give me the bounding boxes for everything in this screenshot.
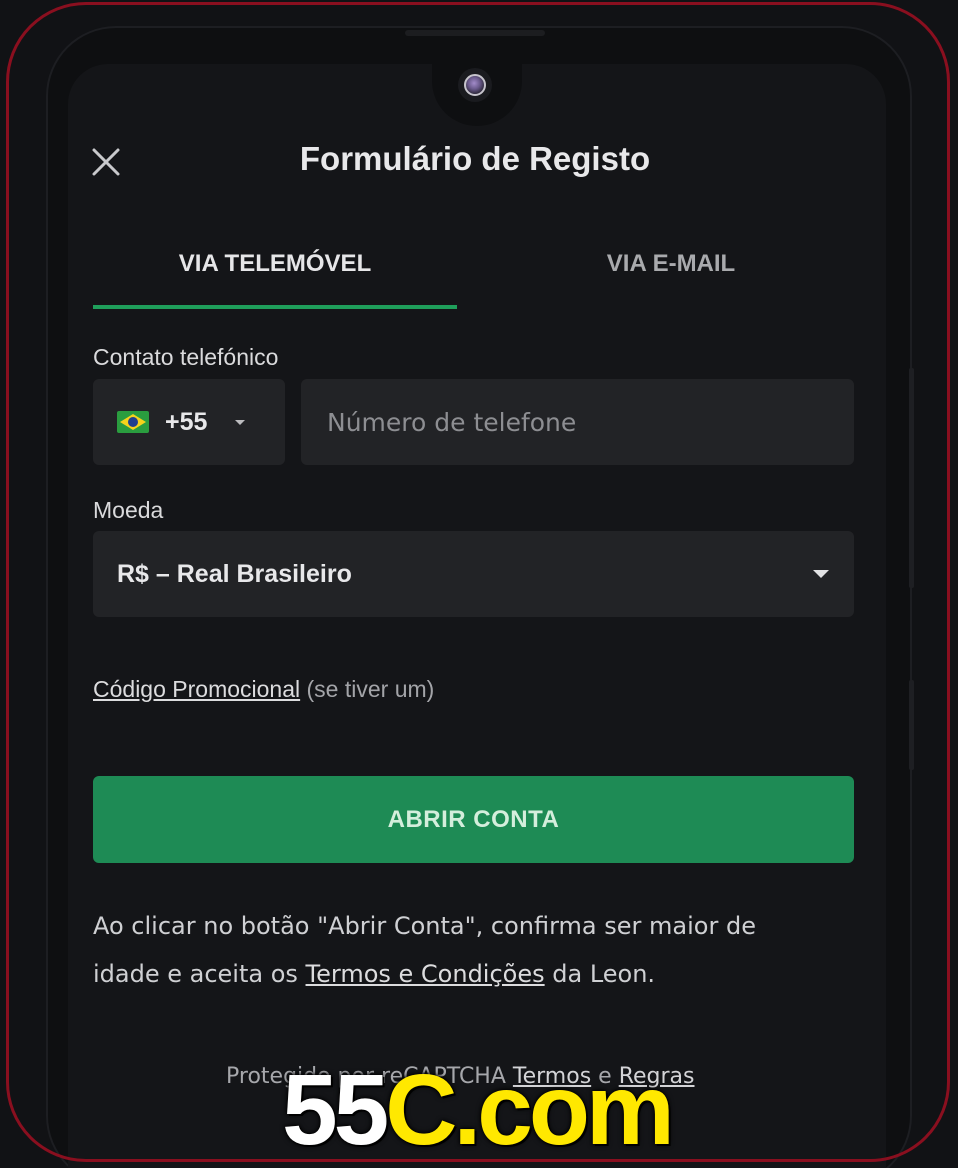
phone-number-input[interactable] [301, 379, 854, 465]
phone-label: Contato telefónico [93, 344, 279, 370]
watermark-logo: 55C.com [282, 1060, 675, 1160]
stage: Formulário de Registo VIA TELEMÓVEL VIA … [0, 0, 958, 1168]
dial-code: +55 [165, 407, 208, 436]
country-code-select[interactable]: +55 [93, 379, 285, 465]
page-title: Formulário de Registo [299, 140, 651, 177]
terms-conditions-link[interactable]: Termos e Condições [306, 960, 545, 988]
watermark-part-2: C.com [385, 1054, 675, 1166]
currency-select[interactable]: R$ – Real Brasileiro [93, 531, 854, 617]
currency-label: Moeda [93, 497, 164, 523]
disclaimer-suffix: da Leon. [544, 960, 656, 988]
open-account-button[interactable]: ABRIR CONTA [93, 776, 854, 863]
chevron-down-icon [235, 420, 246, 425]
terms-disclaimer: Ao clicar no botão "Abrir Conta", confir… [93, 902, 863, 998]
watermark-part-1: 55 [282, 1054, 389, 1166]
close-button[interactable] [86, 142, 126, 182]
tab-via-telemovel[interactable]: VIA TELEMÓVEL [93, 250, 457, 310]
close-icon [92, 148, 120, 176]
chevron-down-icon [813, 570, 829, 578]
disclaimer-line-1: Ao clicar no botão "Abrir Conta", confir… [93, 912, 756, 940]
disclaimer-prefix: idade e aceita os [93, 960, 306, 988]
promo-code-link[interactable]: Código Promocional [93, 676, 300, 702]
tab-via-email[interactable]: VIA E-MAIL [490, 250, 852, 310]
brazil-flag-icon [117, 411, 149, 433]
promo-code-row: Código Promocional (se tiver um) [93, 676, 434, 703]
promo-code-hint: (se tiver um) [306, 676, 435, 702]
active-tab-indicator [93, 305, 457, 309]
currency-selected-value: R$ – Real Brasileiro [117, 559, 352, 588]
